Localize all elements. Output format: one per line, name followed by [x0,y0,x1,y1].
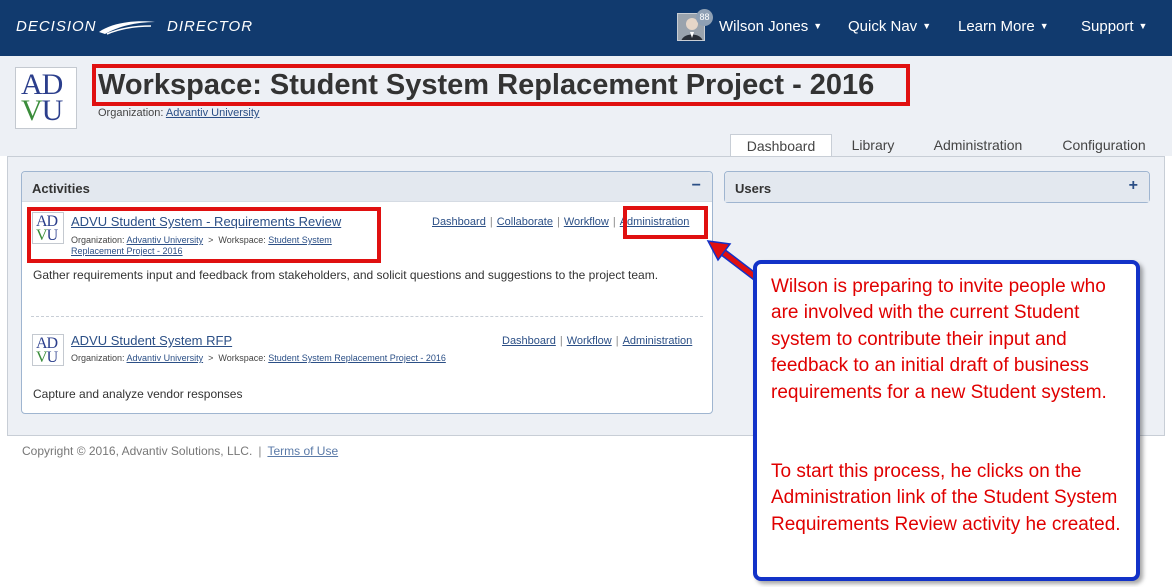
learn-more-menu[interactable]: Learn More ▼ [958,18,1049,35]
copyright-text: Copyright © 2016, Advantiv Solutions, LL… [22,444,253,458]
activity-title-link[interactable]: ADVU Student System RFP [71,333,232,348]
collaborate-link[interactable]: Collaborate [497,216,553,228]
workspace-link[interactable]: Student System Replacement Project - 201… [268,353,446,363]
activity-meta: Organization: Advantiv University > Work… [71,353,486,364]
chevron-down-icon: ▼ [1039,21,1049,31]
user-menu[interactable]: Wilson Jones ▼ [719,18,822,35]
users-panel: Users + [724,171,1150,203]
brand-text-right[interactable]: DIRECTOR [167,18,253,35]
users-panel-title: Users [735,181,772,196]
chevron-right-icon: > [208,353,214,363]
activity-description: Gather requirements input and feedback f… [33,268,659,282]
org-label: Organization: [71,353,125,363]
activities-panel-header: Activities − [22,172,712,202]
collapse-icon[interactable]: − [692,177,701,195]
callout-paragraph-1: Wilson is preparing to invite people who… [771,276,1107,403]
org-link[interactable]: Advantiv University [127,353,204,363]
quick-nav-label: Quick Nav [848,18,918,35]
user-menu-label: Wilson Jones [719,18,809,35]
footer: Copyright © 2016, Advantiv Solutions, LL… [22,444,339,458]
activity-logo: AD VU [32,334,64,366]
tab-administration[interactable]: Administration [922,134,1034,158]
dashboard-link[interactable]: Dashboard [502,335,556,347]
quick-nav-menu[interactable]: Quick Nav ▼ [848,18,931,35]
workspace-label: Workspace: [218,353,266,363]
chevron-down-icon: ▼ [1138,21,1148,31]
chevron-down-icon: ▼ [813,21,823,31]
terms-of-use-link[interactable]: Terms of Use [267,444,338,458]
chevron-down-icon: ▼ [922,21,932,31]
activity-links: Dashboard | Workflow | Administration [502,335,693,347]
org-link[interactable]: Advantiv University [166,107,260,119]
tab-library[interactable]: Library [840,134,906,158]
administration-link[interactable]: Administration [623,335,693,347]
title-highlight-box [92,64,910,106]
top-navbar: DECISION DIRECTOR 88 Wilson Jones ▼ Quick… [0,0,1172,56]
tab-configuration[interactable]: Configuration [1050,134,1158,158]
brand-text-left[interactable]: DECISION [16,18,97,35]
users-panel-header: Users + [725,172,1149,202]
workflow-link[interactable]: Workflow [567,335,612,347]
workspace-logo: AD VU [15,67,77,129]
workflow-link[interactable]: Workflow [564,216,609,228]
activities-panel-title: Activities [32,181,90,196]
org-label: Organization: [98,107,164,119]
annotation-callout: Wilson is preparing to invite people who… [753,260,1140,581]
logo-letter-u: U [41,94,64,127]
brand-swoosh-icon [99,21,155,35]
expand-icon[interactable]: + [1129,177,1138,195]
dashboard-link[interactable]: Dashboard [432,216,486,228]
callout-paragraph-2: To start this process, he clicks on the … [771,461,1121,535]
activity-divider [31,316,703,317]
activity-highlight-box [27,207,381,263]
learn-more-label: Learn More [958,18,1035,35]
administration-highlight-box [623,206,708,239]
activity-description: Capture and analyze vendor responses [33,387,243,401]
workspace-org-line: Organization: Advantiv University [98,107,259,119]
support-label: Support [1081,18,1134,35]
logo-letter-v: V [21,94,43,127]
notification-badge[interactable]: 88 [696,9,713,26]
support-menu[interactable]: Support ▼ [1081,18,1147,35]
